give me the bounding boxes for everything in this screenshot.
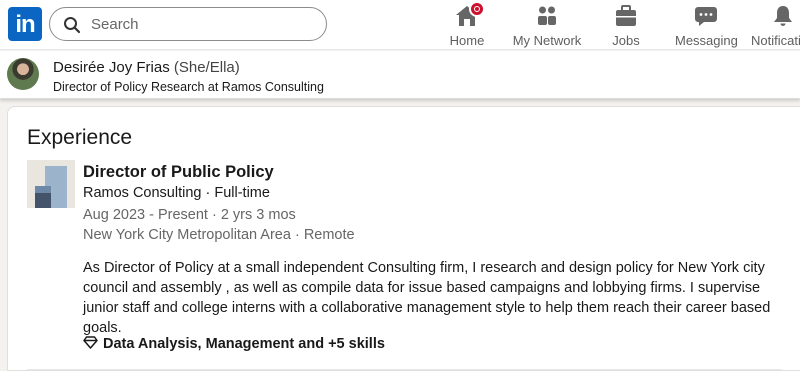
profile-pronouns: (She/Ella) (173, 59, 240, 76)
message-icon (694, 4, 718, 28)
skills-link[interactable]: Data Analysis, Management and +5 skills (83, 336, 385, 352)
skills-text: Data Analysis, Management and +5 skills (103, 336, 385, 352)
nav-label-home: Home (449, 33, 485, 48)
briefcase-icon (614, 4, 638, 28)
company-logo[interactable] (27, 160, 75, 208)
nav-item-messaging[interactable]: Messaging (675, 4, 738, 48)
search-icon (64, 17, 81, 34)
nav-label-messaging: Messaging (675, 33, 738, 48)
nav-label-notifications: Notificati (751, 33, 800, 48)
profile-headline: Director of Policy Research at Ramos Con… (53, 80, 324, 94)
nav-item-jobs[interactable]: Jobs (608, 4, 644, 48)
profile-name: Desirée Joy Frias (She/Ella) (53, 59, 240, 76)
profile-sticky-header: Desirée Joy Frias (She/Ella) Director of… (0, 51, 800, 99)
nav-label-my-network: My Network (512, 33, 582, 48)
job-title: Director of Public Policy (83, 163, 274, 181)
network-icon (535, 4, 559, 28)
linkedin-logo[interactable]: in (8, 7, 42, 41)
profile-name-text: Desirée Joy Frias (53, 59, 170, 76)
nav-item-notifications[interactable]: Notificati (751, 4, 800, 48)
job-location: New York City Metropolitan Area · Remote (83, 227, 355, 243)
job-description: As Director of Policy at a small indepen… (83, 260, 771, 336)
nav-item-home[interactable]: Home (445, 1, 489, 48)
avatar[interactable] (7, 58, 39, 90)
bell-icon (771, 4, 795, 28)
company-name: Ramos Consulting · Full-time (83, 185, 270, 201)
divider (27, 369, 782, 370)
job-dates: Aug 2023 - Present · 2 yrs 3 mos (83, 207, 296, 223)
nav-item-my-network[interactable]: My Network (512, 4, 582, 48)
logo-block (35, 193, 51, 208)
notification-badge (469, 1, 485, 17)
search-input[interactable]: Search (49, 7, 327, 41)
nav-label-jobs: Jobs (612, 33, 640, 48)
diamond-icon (83, 336, 98, 349)
experience-card: Experience Director of Public Policy Ram… (7, 106, 800, 371)
home-icon (455, 1, 485, 28)
section-title: Experience (27, 126, 133, 149)
search-placeholder: Search (91, 16, 139, 33)
top-nav: in Search Home My Network Jobs Messaging… (0, 0, 800, 50)
